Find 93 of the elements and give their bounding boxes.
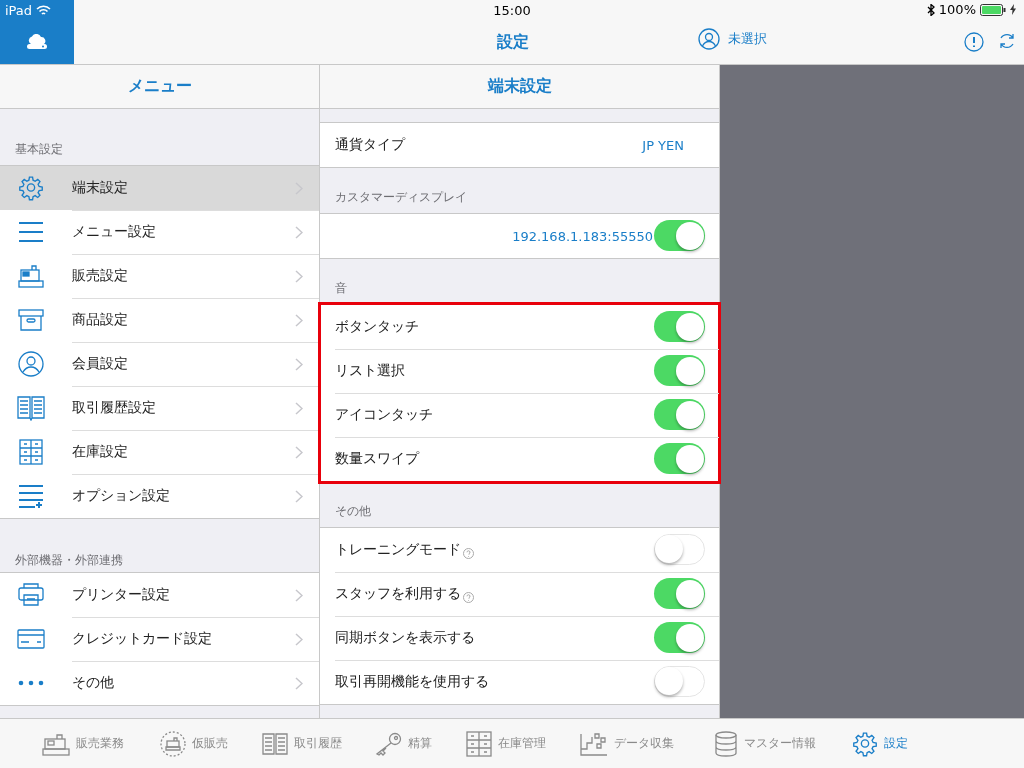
toggle-switch[interactable] bbox=[654, 622, 705, 653]
setting-label: スタッフを利用する bbox=[335, 585, 461, 603]
more-icon bbox=[18, 680, 44, 686]
cash-register-icon bbox=[18, 263, 44, 289]
setting-label: 同期ボタンを表示する bbox=[335, 629, 475, 647]
panel-title: 端末設定 bbox=[320, 65, 719, 109]
menu-label: オプション設定 bbox=[72, 487, 170, 505]
dashed-register-icon bbox=[160, 730, 186, 757]
menu-label: 会員設定 bbox=[72, 355, 128, 373]
toggle-switch[interactable] bbox=[654, 666, 705, 697]
chevron-icon bbox=[295, 589, 303, 602]
gear-icon bbox=[18, 175, 44, 201]
toggle-switch[interactable] bbox=[654, 311, 705, 342]
box-icon bbox=[18, 308, 44, 332]
menu-item[interactable]: クレジットカード設定 bbox=[0, 617, 319, 661]
person-icon bbox=[18, 351, 44, 377]
menu-item[interactable]: プリンター設定 bbox=[0, 573, 319, 617]
setting-label: ボタンタッチ bbox=[335, 318, 419, 336]
key-icon bbox=[374, 731, 402, 756]
section-header: 音 bbox=[335, 280, 347, 297]
toggle-switch[interactable] bbox=[654, 534, 705, 565]
menu-item[interactable]: 会員設定 bbox=[0, 342, 319, 386]
book-icon bbox=[17, 395, 45, 421]
menu-title: メニュー bbox=[0, 65, 319, 109]
toggle-switch[interactable] bbox=[654, 578, 705, 609]
toggle-switch[interactable] bbox=[654, 355, 705, 386]
menu-item[interactable]: オプション設定 bbox=[0, 474, 319, 518]
menu-item[interactable]: その他 bbox=[0, 661, 319, 705]
menu-item[interactable]: メニュー設定 bbox=[0, 210, 319, 254]
menu-item[interactable]: 在庫設定 bbox=[0, 430, 319, 474]
setting-label: 通貨タイプ bbox=[335, 136, 405, 154]
refresh-icon bbox=[998, 32, 1016, 50]
printer-icon bbox=[18, 583, 44, 607]
user-button[interactable]: 未選択 bbox=[698, 28, 767, 50]
section-header: その他 bbox=[335, 503, 371, 520]
book-icon bbox=[262, 731, 288, 756]
menu-label: 端末設定 bbox=[72, 179, 128, 197]
setting-label: 数量スワイプ bbox=[335, 450, 419, 468]
data-steps-icon bbox=[580, 731, 608, 756]
toggle-switch[interactable] bbox=[654, 220, 705, 251]
toggle-switch[interactable] bbox=[654, 443, 705, 474]
bluetooth-icon bbox=[926, 3, 935, 16]
alert-button[interactable] bbox=[964, 32, 984, 52]
chevron-icon bbox=[295, 270, 303, 283]
nav-title: 設定 bbox=[497, 32, 529, 53]
menu-label: プリンター設定 bbox=[72, 586, 170, 604]
group-header: 基本設定 bbox=[15, 141, 63, 158]
chevron-icon bbox=[295, 633, 303, 646]
chevron-icon bbox=[295, 490, 303, 503]
alert-icon bbox=[964, 32, 984, 52]
menu-icon bbox=[18, 221, 44, 243]
chevron-icon bbox=[295, 314, 303, 327]
chevron-icon bbox=[295, 677, 303, 690]
setting-label: アイコンタッチ bbox=[335, 406, 433, 424]
setting-label: 取引再開機能を使用する bbox=[335, 673, 489, 691]
chevron-icon bbox=[295, 226, 303, 239]
device-name: iPad bbox=[5, 2, 33, 18]
menu-label: 販売設定 bbox=[72, 267, 128, 285]
clock-time: 15:00 bbox=[493, 2, 531, 18]
tab-item[interactable]: 設定 bbox=[852, 730, 908, 757]
section-header: カスタマーディスプレイ bbox=[335, 189, 467, 206]
gear-icon bbox=[852, 730, 878, 757]
setting-label: リスト選択 bbox=[335, 362, 405, 380]
credit-card-icon bbox=[17, 629, 45, 649]
battery-percent: 100% bbox=[938, 2, 976, 17]
menu-item[interactable]: 端末設定 bbox=[0, 166, 319, 210]
battery-icon bbox=[980, 3, 1006, 16]
setting-label: トレーニングモード bbox=[335, 541, 461, 559]
menu-label: メニュー設定 bbox=[72, 223, 156, 241]
menu-label: クレジットカード設定 bbox=[72, 630, 212, 648]
menu-item[interactable]: 取引履歴設定 bbox=[0, 386, 319, 430]
cash-register-icon bbox=[42, 731, 70, 756]
wifi-icon bbox=[36, 4, 52, 16]
setting-value: JP YEN bbox=[642, 137, 684, 153]
chevron-icon bbox=[295, 358, 303, 371]
menu-label: その他 bbox=[72, 674, 114, 692]
group-header: 外部機器・外部連携 bbox=[15, 552, 123, 569]
menu-item[interactable]: 販売設定 bbox=[0, 254, 319, 298]
drawers-icon bbox=[19, 439, 43, 465]
person-icon bbox=[698, 28, 720, 50]
menu-label: 取引履歴設定 bbox=[72, 399, 156, 417]
drawers-icon bbox=[466, 730, 492, 757]
ip-address: 192.168.1.183:55550 bbox=[512, 228, 653, 244]
toggle-switch[interactable] bbox=[654, 399, 705, 430]
charging-icon bbox=[1010, 4, 1016, 15]
menu-label: 在庫設定 bbox=[72, 443, 128, 461]
chevron-icon bbox=[295, 402, 303, 415]
database-icon bbox=[714, 730, 738, 757]
menu-item[interactable]: 商品設定 bbox=[0, 298, 319, 342]
cloud-icon bbox=[26, 34, 48, 50]
list-plus-icon bbox=[18, 484, 44, 508]
chevron-icon bbox=[295, 446, 303, 459]
menu-label: 商品設定 bbox=[72, 311, 128, 329]
